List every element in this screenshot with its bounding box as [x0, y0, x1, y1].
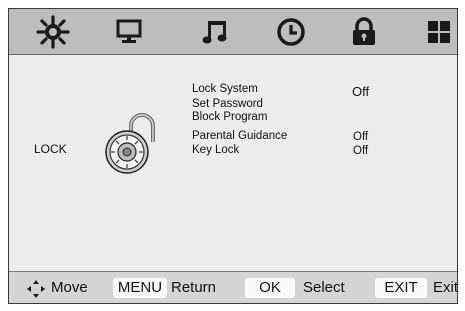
section-label: LOCK — [34, 142, 67, 156]
ok-key[interactable]: OK — [245, 278, 295, 298]
menu-key[interactable]: MENU — [113, 278, 167, 298]
lock-system-value: Off — [352, 84, 370, 99]
move-hint-label: Move — [51, 279, 88, 296]
tv-menu-screen: LOCK Lock System Off Set Password Block … — [0, 0, 465, 311]
menu-item-block-program[interactable]: Block Program — [192, 111, 267, 123]
menu-item-lock-system[interactable]: Lock System — [192, 83, 258, 95]
tab-lock[interactable] — [345, 13, 383, 51]
exit-hint-label: Exit — [433, 279, 458, 296]
sun-icon — [36, 15, 70, 49]
menu-item-set-password[interactable]: Set Password — [192, 98, 263, 110]
combination-lock-icon — [105, 113, 155, 174]
key-lock-value: Off — [353, 145, 369, 157]
exit-key[interactable]: EXIT — [375, 278, 427, 298]
music-note-icon — [202, 21, 227, 44]
clock-icon — [277, 18, 305, 46]
padlock-icon — [353, 17, 375, 45]
select-hint-label: Select — [303, 279, 345, 296]
tab-picture[interactable] — [34, 13, 72, 51]
tab-setup[interactable] — [110, 13, 148, 51]
tab-option[interactable] — [420, 13, 457, 51]
menu-item-key-lock[interactable]: Key Lock — [192, 144, 239, 156]
menu-panel: LOCK Lock System Off Set Password Block … — [8, 8, 458, 304]
lock-menu-content: LOCK Lock System Off Set Password Block … — [9, 55, 457, 271]
tab-time[interactable] — [272, 13, 310, 51]
four-way-arrow-icon — [27, 280, 45, 298]
category-tab-bar — [9, 9, 457, 55]
tab-audio[interactable] — [196, 13, 234, 51]
return-hint-label: Return — [171, 279, 217, 296]
footer-hint-bar: Move MENU Return OK Select EXIT Exit — [9, 271, 458, 303]
parental-guidance-value: Off — [353, 131, 369, 143]
menu-item-parental-guidance[interactable]: Parental Guidance — [192, 130, 287, 142]
grid-icon — [428, 21, 450, 43]
monitor-icon — [116, 19, 142, 43]
